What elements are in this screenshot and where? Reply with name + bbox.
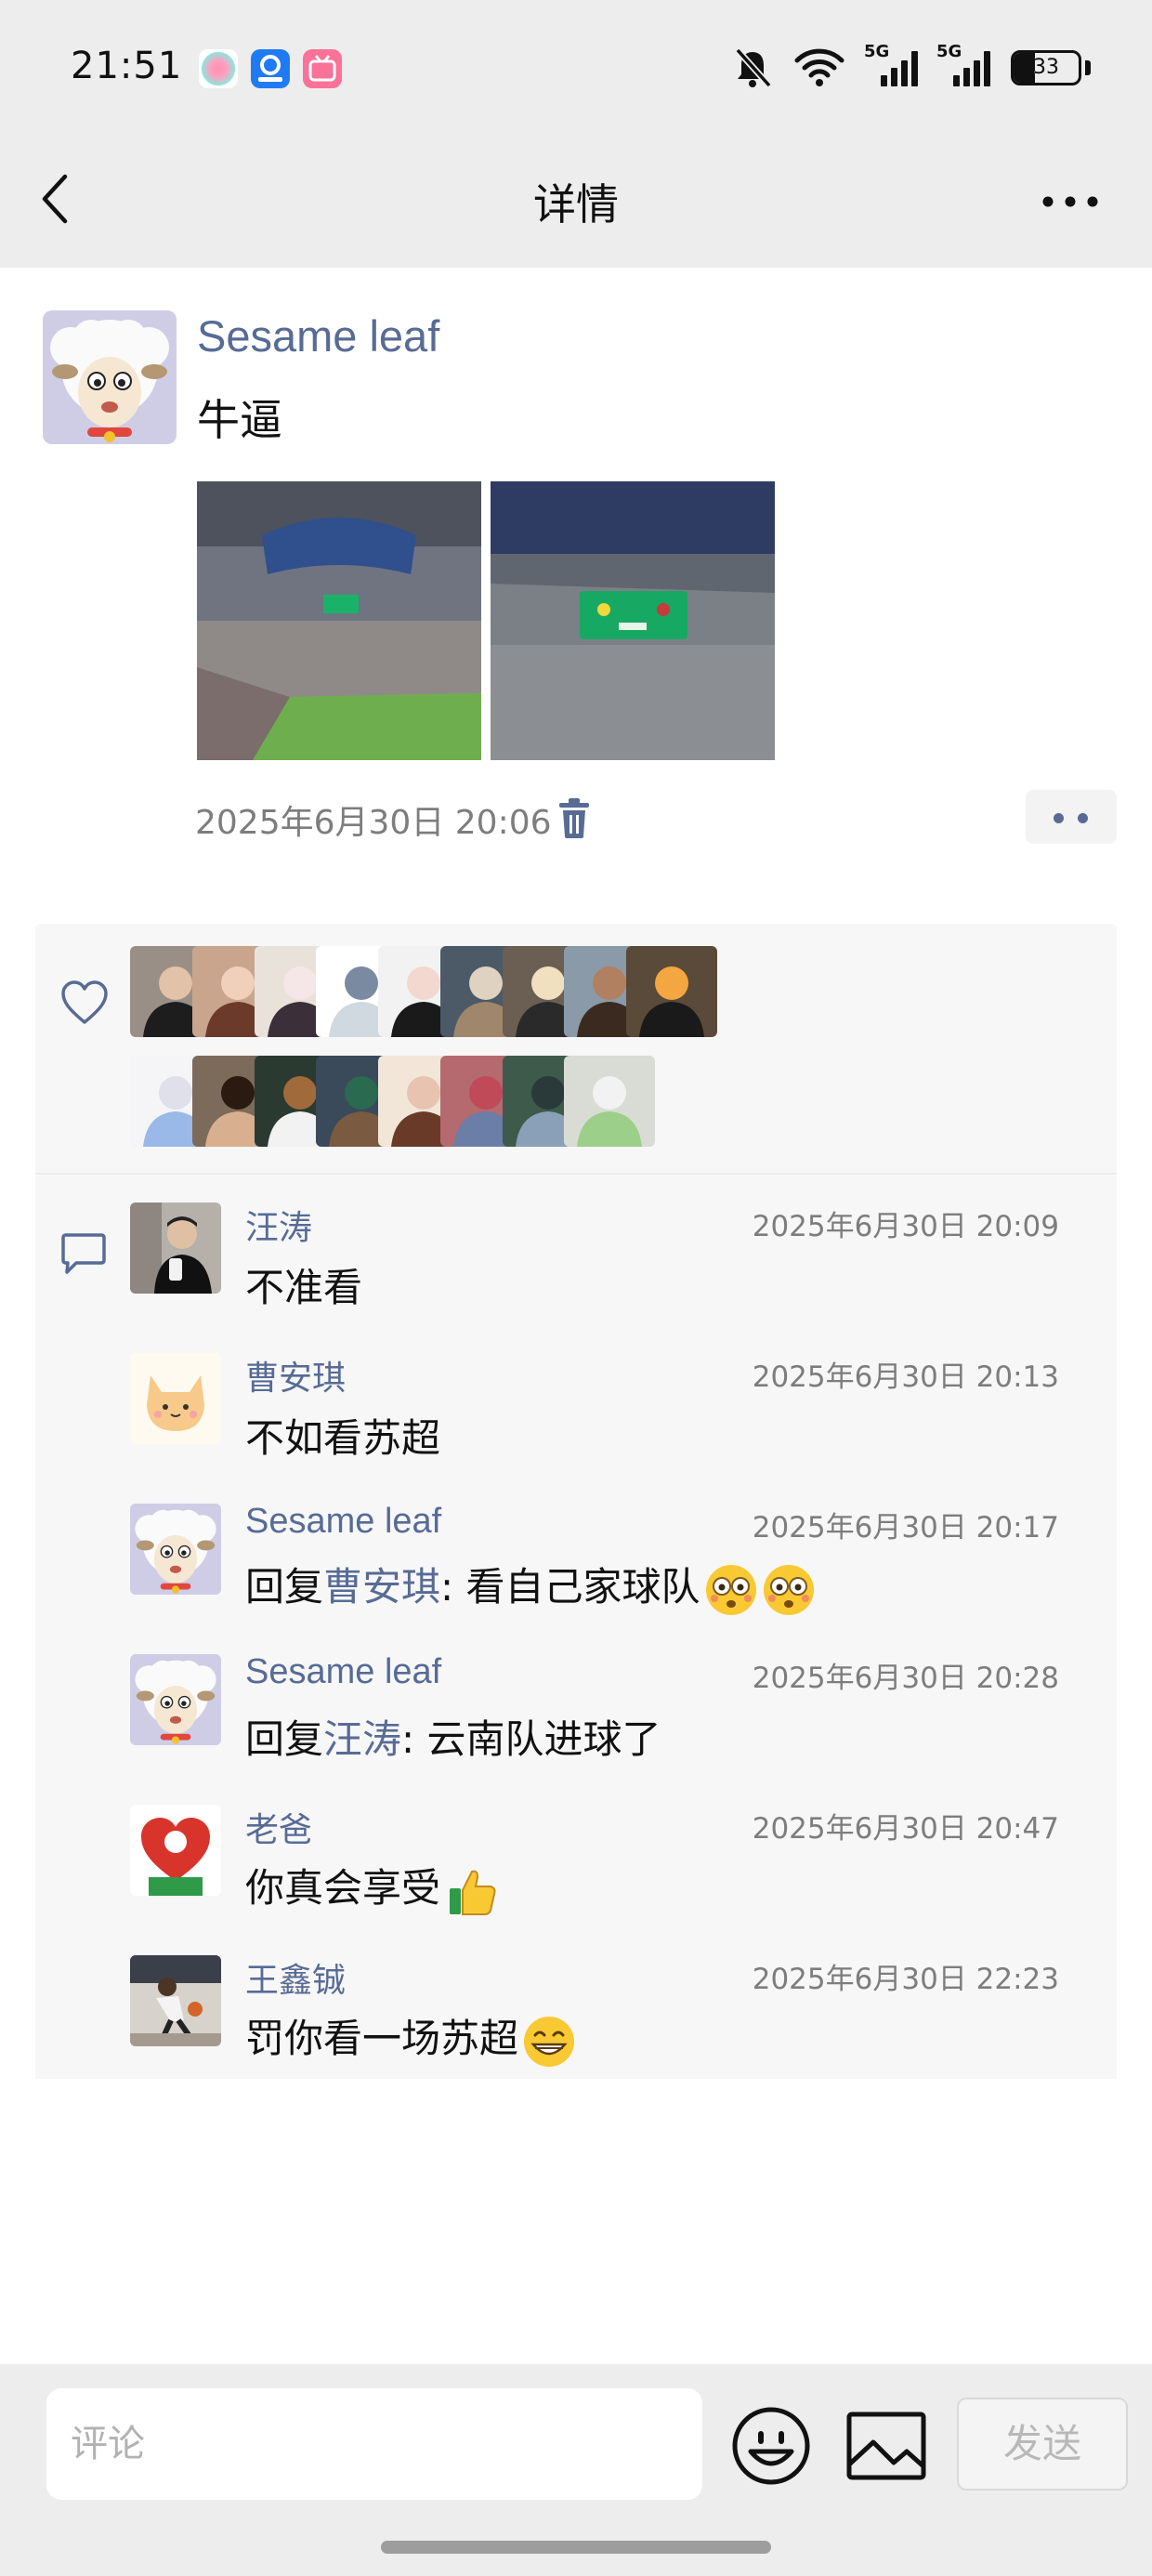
page-title: 详情 — [533, 179, 619, 230]
status-icons: 5G 5G 33 — [732, 42, 1091, 93]
post-text: 牛逼 — [197, 395, 282, 445]
comment-text-part: 罚你看一场苏超 — [245, 2016, 519, 2061]
comment-avatar[interactable] — [130, 1654, 221, 1745]
battery-level: 33 — [1033, 56, 1059, 79]
comment-mention[interactable]: 曹安琪 — [323, 1564, 440, 1610]
two-dots-icon[interactable] — [1026, 790, 1117, 844]
comment-text-part: 不如看苏超 — [245, 1415, 441, 1461]
more-dots-icon[interactable] — [1041, 188, 1100, 216]
image-icon[interactable] — [845, 2411, 927, 2481]
liker-avatar[interactable] — [564, 1056, 656, 1147]
send-button[interactable]: 发送 — [957, 2398, 1128, 2491]
comment-author[interactable]: Sesame leaf — [245, 1652, 441, 1692]
comment-avatar[interactable] — [130, 1805, 221, 1896]
home-indicator[interactable] — [381, 2541, 771, 2554]
trash-icon[interactable] — [556, 797, 593, 840]
likes-section — [35, 924, 1117, 1173]
comment-text-part: 回复 — [245, 1716, 324, 1762]
status-time: 21:51 — [71, 45, 183, 87]
signal-icon: 5G — [936, 42, 990, 86]
comment-input[interactable] — [46, 2388, 702, 2500]
comment-text[interactable]: 回复曹安琪: 看自己家球队 — [245, 1556, 816, 1617]
comment-text-part: : 看自己家球队 — [440, 1564, 700, 1610]
comment-time: 2025年6月30日 20:13 — [752, 1360, 1059, 1394]
comment-avatar[interactable] — [130, 1203, 221, 1294]
comments-section — [35, 1175, 1117, 2079]
comment-time: 2025年6月30日 20:17 — [752, 1511, 1059, 1544]
comment-avatar[interactable] — [130, 1955, 221, 2046]
comment-time: 2025年6月30日 22:23 — [752, 1963, 1059, 1996]
comment-time: 2025年6月30日 20:28 — [752, 1662, 1059, 1695]
comment-text-part: 你真会享受 — [245, 1865, 441, 1911]
comment-text[interactable]: 罚你看一场苏超 — [245, 2007, 576, 2069]
bilibili-icon — [303, 49, 342, 88]
comment-text[interactable]: 你真会享受 — [245, 1857, 498, 1918]
comment-time: 2025年6月30日 20:09 — [752, 1210, 1059, 1243]
mute-bell-icon — [735, 47, 772, 88]
comment-author[interactable]: 老爸 — [245, 1803, 312, 1851]
liker-avatar[interactable] — [626, 946, 717, 1037]
comment-avatar[interactable] — [130, 1504, 221, 1595]
comment-text[interactable]: 回复汪涛: 云南队进球了 — [245, 1708, 661, 1765]
signal-icon: 5G — [864, 42, 918, 86]
comment-avatar[interactable] — [130, 1353, 221, 1444]
comment-time: 2025年6月30日 20:47 — [752, 1812, 1059, 1846]
nav-bar: 详情 — [0, 136, 1152, 268]
comment-text[interactable]: 不如看苏超 — [245, 1407, 440, 1464]
comment-author[interactable]: 王鑫铖 — [245, 1953, 346, 2002]
battery-icon: 33 — [1011, 50, 1081, 85]
comment-text-part: 不准看 — [245, 1265, 363, 1310]
comment-text[interactable]: 不准看 — [245, 1256, 362, 1313]
status-bar: 21:51 5G 5G 33 — [0, 0, 1152, 136]
comment-author[interactable]: 曹安琪 — [245, 1351, 346, 1400]
comment-mention[interactable]: 汪涛 — [323, 1716, 401, 1762]
post-author-name[interactable]: Sesame leaf — [197, 310, 439, 361]
comment-icon — [61, 1233, 106, 1274]
flushed-emoji — [705, 1564, 756, 1615]
comment-author[interactable]: Sesame leaf — [245, 1502, 441, 1542]
battery-cap — [1085, 60, 1091, 75]
post-timestamp: 2025年6月30日 20:06 — [195, 804, 552, 842]
flushed-emoji — [763, 1564, 814, 1615]
grin-emoji — [524, 2016, 575, 2067]
smiley-icon[interactable] — [730, 2405, 812, 2487]
thumbs-up-emoji — [450, 1870, 496, 1915]
wifi-icon — [794, 48, 844, 86]
app-icon-2 — [251, 49, 290, 88]
comment-text-part: : 云南队进球了 — [401, 1716, 661, 1762]
app-icon-1 — [199, 49, 238, 88]
comment-author[interactable]: 汪涛 — [245, 1201, 312, 1249]
heart-icon — [61, 980, 108, 1024]
post-image-scoreboard[interactable] — [491, 481, 775, 760]
comment-text-part: 回复 — [245, 1564, 324, 1610]
post-author-avatar[interactable] — [43, 310, 177, 444]
post-image-stadium[interactable] — [197, 481, 481, 760]
